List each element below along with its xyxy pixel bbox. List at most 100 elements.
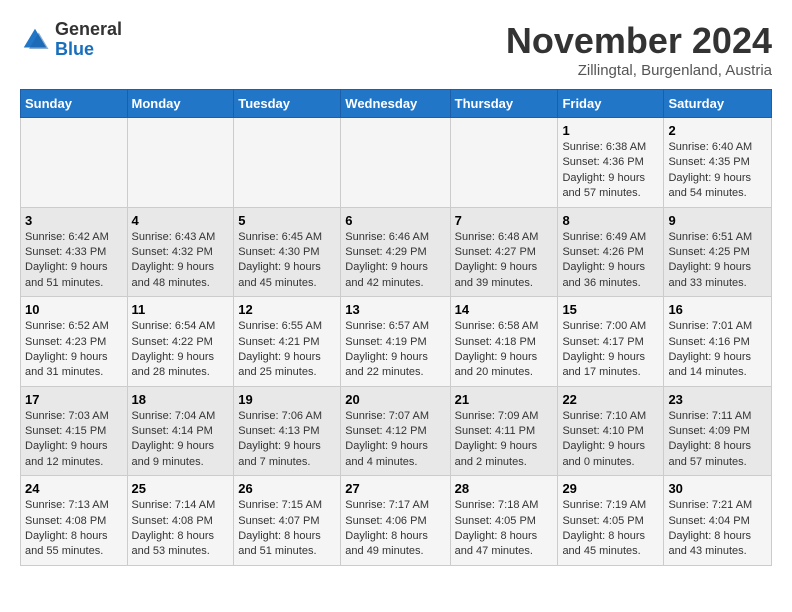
day-info: Sunrise: 6:52 AM Sunset: 4:23 PM Dayligh… (25, 319, 123, 381)
logo: General Blue (20, 20, 122, 60)
day-info: Sunrise: 6:49 AM Sunset: 4:26 PM Dayligh… (562, 230, 659, 292)
day-info: Sunrise: 6:57 AM Sunset: 4:19 PM Dayligh… (345, 319, 445, 381)
calendar-cell (234, 118, 341, 208)
day-number: 23 (668, 392, 767, 407)
column-header-sunday: Sunday (21, 90, 128, 118)
day-number: 2 (668, 123, 767, 138)
logo-general-text: General (55, 20, 122, 40)
header: General Blue November 2024 Zillingtal, B… (20, 20, 772, 79)
calendar-cell: 11Sunrise: 6:54 AM Sunset: 4:22 PM Dayli… (127, 297, 234, 387)
day-info: Sunrise: 7:07 AM Sunset: 4:12 PM Dayligh… (345, 409, 445, 471)
column-header-friday: Friday (558, 90, 664, 118)
calendar-cell: 25 Sunrise: 7:14 AM Sunset: 4:08 PM Dayli… (127, 476, 234, 566)
day-info: Sunrise: 7:03 AM Sunset: 4:15 PM Dayligh… (25, 409, 123, 471)
column-header-wednesday: Wednesday (341, 90, 450, 118)
calendar-cell: 16Sunrise: 7:01 AM Sunset: 4:16 PM Dayli… (664, 297, 772, 387)
calendar-cell: 19 Sunrise: 7:06 AM Sunset: 4:13 PM Dayli… (234, 386, 341, 476)
day-number: 19 (238, 392, 336, 407)
column-header-saturday: Saturday (664, 90, 772, 118)
column-header-monday: Monday (127, 90, 234, 118)
calendar-cell (21, 118, 128, 208)
calendar-cell: 13 Sunrise: 6:57 AM Sunset: 4:19 PM Dayli… (341, 297, 450, 387)
day-number: 29 (562, 481, 659, 496)
day-info: Sunrise: 7:10 AM Sunset: 4:10 PM Dayligh… (562, 409, 659, 471)
calendar-cell: 9 Sunrise: 6:51 AM Sunset: 4:25 PM Daylig… (664, 207, 772, 297)
day-number: 11 (132, 302, 230, 317)
day-number: 5 (238, 213, 336, 228)
day-number: 7 (455, 213, 554, 228)
day-info: Sunrise: 6:43 AM Sunset: 4:32 PM Dayligh… (132, 230, 230, 292)
day-number: 9 (668, 213, 767, 228)
title-area: November 2024 Zillingtal, Burgenland, Au… (506, 20, 772, 79)
calendar-week-row: 3Sunrise: 6:42 AM Sunset: 4:33 PM Daylig… (21, 207, 772, 297)
column-header-thursday: Thursday (450, 90, 558, 118)
calendar-cell: 24Sunrise: 7:13 AM Sunset: 4:08 PM Dayli… (21, 476, 128, 566)
day-number: 15 (562, 302, 659, 317)
calendar-cell: 27 Sunrise: 7:17 AM Sunset: 4:06 PM Dayli… (341, 476, 450, 566)
day-info: Sunrise: 7:11 AM Sunset: 4:09 PM Dayligh… (668, 409, 767, 471)
calendar-cell: 18 Sunrise: 7:04 AM Sunset: 4:14 PM Dayli… (127, 386, 234, 476)
calendar-week-row: 1 Sunrise: 6:38 AM Sunset: 4:36 PM Daylig… (21, 118, 772, 208)
calendar-cell (450, 118, 558, 208)
day-info: Sunrise: 7:17 AM Sunset: 4:06 PM Dayligh… (345, 498, 445, 560)
day-info: Sunrise: 7:15 AM Sunset: 4:07 PM Dayligh… (238, 498, 336, 560)
day-info: Sunrise: 6:45 AM Sunset: 4:30 PM Dayligh… (238, 230, 336, 292)
calendar-cell: 7 Sunrise: 6:48 AM Sunset: 4:27 PM Daylig… (450, 207, 558, 297)
day-info: Sunrise: 6:55 AM Sunset: 4:21 PM Dayligh… (238, 319, 336, 381)
calendar-week-row: 24Sunrise: 7:13 AM Sunset: 4:08 PM Dayli… (21, 476, 772, 566)
day-info: Sunrise: 7:04 AM Sunset: 4:14 PM Dayligh… (132, 409, 230, 471)
calendar-week-row: 10 Sunrise: 6:52 AM Sunset: 4:23 PM Dayli… (21, 297, 772, 387)
day-info: Sunrise: 6:48 AM Sunset: 4:27 PM Dayligh… (455, 230, 554, 292)
day-number: 13 (345, 302, 445, 317)
location: Zillingtal, Burgenland, Austria (506, 62, 772, 79)
day-number: 8 (562, 213, 659, 228)
day-info: Sunrise: 6:38 AM Sunset: 4:36 PM Dayligh… (562, 140, 659, 202)
calendar-cell: 21 Sunrise: 7:09 AM Sunset: 4:11 PM Dayli… (450, 386, 558, 476)
calendar-cell: 17 Sunrise: 7:03 AM Sunset: 4:15 PM Dayli… (21, 386, 128, 476)
logo-icon (20, 25, 50, 55)
day-number: 14 (455, 302, 554, 317)
column-header-tuesday: Tuesday (234, 90, 341, 118)
logo-blue-text: Blue (55, 40, 122, 60)
day-number: 25 (132, 481, 230, 496)
calendar-cell: 23 Sunrise: 7:11 AM Sunset: 4:09 PM Dayli… (664, 386, 772, 476)
day-info: Sunrise: 7:06 AM Sunset: 4:13 PM Dayligh… (238, 409, 336, 471)
calendar-cell: 1 Sunrise: 6:38 AM Sunset: 4:36 PM Daylig… (558, 118, 664, 208)
calendar-cell: 2Sunrise: 6:40 AM Sunset: 4:35 PM Daylig… (664, 118, 772, 208)
day-info: Sunrise: 7:14 AM Sunset: 4:08 PM Dayligh… (132, 498, 230, 560)
day-number: 24 (25, 481, 123, 496)
calendar-cell: 15 Sunrise: 7:00 AM Sunset: 4:17 PM Dayli… (558, 297, 664, 387)
calendar-cell: 8 Sunrise: 6:49 AM Sunset: 4:26 PM Daylig… (558, 207, 664, 297)
day-number: 21 (455, 392, 554, 407)
calendar-cell: 20Sunrise: 7:07 AM Sunset: 4:12 PM Dayli… (341, 386, 450, 476)
day-info: Sunrise: 7:09 AM Sunset: 4:11 PM Dayligh… (455, 409, 554, 471)
month-title: November 2024 (506, 20, 772, 62)
calendar-cell: 3Sunrise: 6:42 AM Sunset: 4:33 PM Daylig… (21, 207, 128, 297)
day-number: 1 (562, 123, 659, 138)
day-info: Sunrise: 7:19 AM Sunset: 4:05 PM Dayligh… (562, 498, 659, 560)
day-info: Sunrise: 6:51 AM Sunset: 4:25 PM Dayligh… (668, 230, 767, 292)
calendar-cell: 4 Sunrise: 6:43 AM Sunset: 4:32 PM Daylig… (127, 207, 234, 297)
day-info: Sunrise: 7:21 AM Sunset: 4:04 PM Dayligh… (668, 498, 767, 560)
calendar-cell: 10 Sunrise: 6:52 AM Sunset: 4:23 PM Dayli… (21, 297, 128, 387)
day-info: Sunrise: 7:00 AM Sunset: 4:17 PM Dayligh… (562, 319, 659, 381)
day-info: Sunrise: 6:42 AM Sunset: 4:33 PM Dayligh… (25, 230, 123, 292)
day-number: 22 (562, 392, 659, 407)
day-number: 10 (25, 302, 123, 317)
day-number: 12 (238, 302, 336, 317)
calendar-cell: 29 Sunrise: 7:19 AM Sunset: 4:05 PM Dayli… (558, 476, 664, 566)
day-info: Sunrise: 6:58 AM Sunset: 4:18 PM Dayligh… (455, 319, 554, 381)
calendar-cell: 6 Sunrise: 6:46 AM Sunset: 4:29 PM Daylig… (341, 207, 450, 297)
day-number: 17 (25, 392, 123, 407)
day-number: 6 (345, 213, 445, 228)
calendar-cell (127, 118, 234, 208)
calendar-cell (341, 118, 450, 208)
day-number: 28 (455, 481, 554, 496)
day-info: Sunrise: 6:46 AM Sunset: 4:29 PM Dayligh… (345, 230, 445, 292)
calendar-cell: 12 Sunrise: 6:55 AM Sunset: 4:21 PM Dayli… (234, 297, 341, 387)
calendar-cell: 5 Sunrise: 6:45 AM Sunset: 4:30 PM Daylig… (234, 207, 341, 297)
day-number: 18 (132, 392, 230, 407)
day-number: 27 (345, 481, 445, 496)
calendar-cell: 30Sunrise: 7:21 AM Sunset: 4:04 PM Dayli… (664, 476, 772, 566)
day-number: 4 (132, 213, 230, 228)
